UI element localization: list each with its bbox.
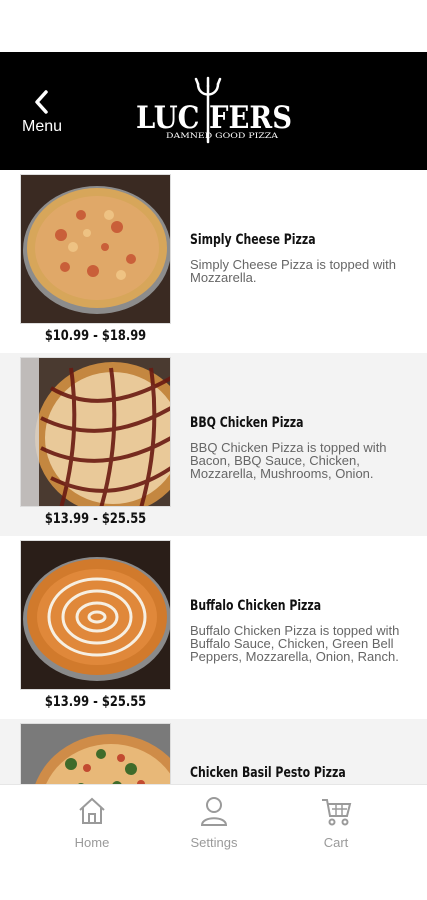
tab-settings-label: Settings [190, 835, 238, 850]
svg-text:LUC FERS: LUC FERS [136, 100, 292, 136]
item-price: $13.99 - $25.55 [44, 694, 147, 710]
menu-back-label: Menu [21, 118, 63, 135]
item-description: BBQ Chicken Pizza is topped with Bacon, … [190, 440, 387, 481]
item-price: $10.99 - $18.99 [44, 328, 147, 344]
cart-icon [296, 795, 376, 827]
pizza-photo [20, 723, 171, 784]
menu-item[interactable]: $13.99 - $25.55 BBQ Chicken Pizza BBQ Ch… [0, 353, 427, 536]
item-description: Simply Cheese Pizza is topped with Mozza… [190, 257, 396, 285]
item-name: BBQ Chicken Pizza [190, 415, 304, 431]
tab-cart[interactable]: Cart [296, 795, 376, 861]
tab-home-label: Home [74, 835, 110, 850]
menu-item[interactable]: $10.99 - $18.99 Simply Cheese Pizza Simp… [0, 170, 427, 353]
item-info: Buffalo Chicken Pizza Buffalo Chicken Pi… [190, 598, 424, 663]
bottom-tab-bar: Home Settings Cart [0, 784, 427, 900]
item-description: Buffalo Chicken Pizza is topped with Buf… [190, 623, 400, 664]
item-name: Buffalo Chicken Pizza [190, 598, 322, 614]
item-price: $13.99 - $25.55 [44, 511, 147, 527]
item-info: Simply Cheese Pizza Simply Cheese Pizza … [190, 232, 424, 284]
item-name: Chicken Basil Pesto Pizza [190, 765, 346, 781]
item-name: Simply Cheese Pizza [190, 232, 316, 248]
tab-settings[interactable]: Settings [174, 795, 254, 861]
user-icon [174, 795, 254, 827]
pizza-photo [20, 174, 171, 324]
home-icon [52, 795, 132, 827]
tab-home[interactable]: Home [52, 795, 132, 861]
status-bar [0, 0, 427, 52]
menu-item-list[interactable]: $10.99 - $18.99 Simply Cheese Pizza Simp… [0, 170, 427, 784]
svg-text:DAMNED GOOD PIZZA: DAMNED GOOD PIZZA [166, 132, 279, 140]
item-info: BBQ Chicken Pizza BBQ Chicken Pizza is t… [190, 415, 424, 480]
menu-item[interactable]: Chicken Basil Pesto Pizza [0, 719, 427, 784]
lucifers-logo: LUC FERS DAMNED GOOD PIZZA [136, 76, 296, 156]
tab-cart-label: Cart [323, 835, 349, 850]
chevron-left-icon [14, 88, 70, 116]
item-info: Chicken Basil Pesto Pizza [190, 765, 424, 781]
menu-back-button[interactable]: Menu [14, 88, 70, 144]
menu-item[interactable]: $13.99 - $25.55 Buffalo Chicken Pizza Bu… [0, 536, 427, 719]
pizza-photo [20, 357, 171, 507]
app-header: Menu LUC FERS DAMNED GOOD PIZZA [0, 52, 427, 170]
pizza-photo [20, 540, 171, 690]
